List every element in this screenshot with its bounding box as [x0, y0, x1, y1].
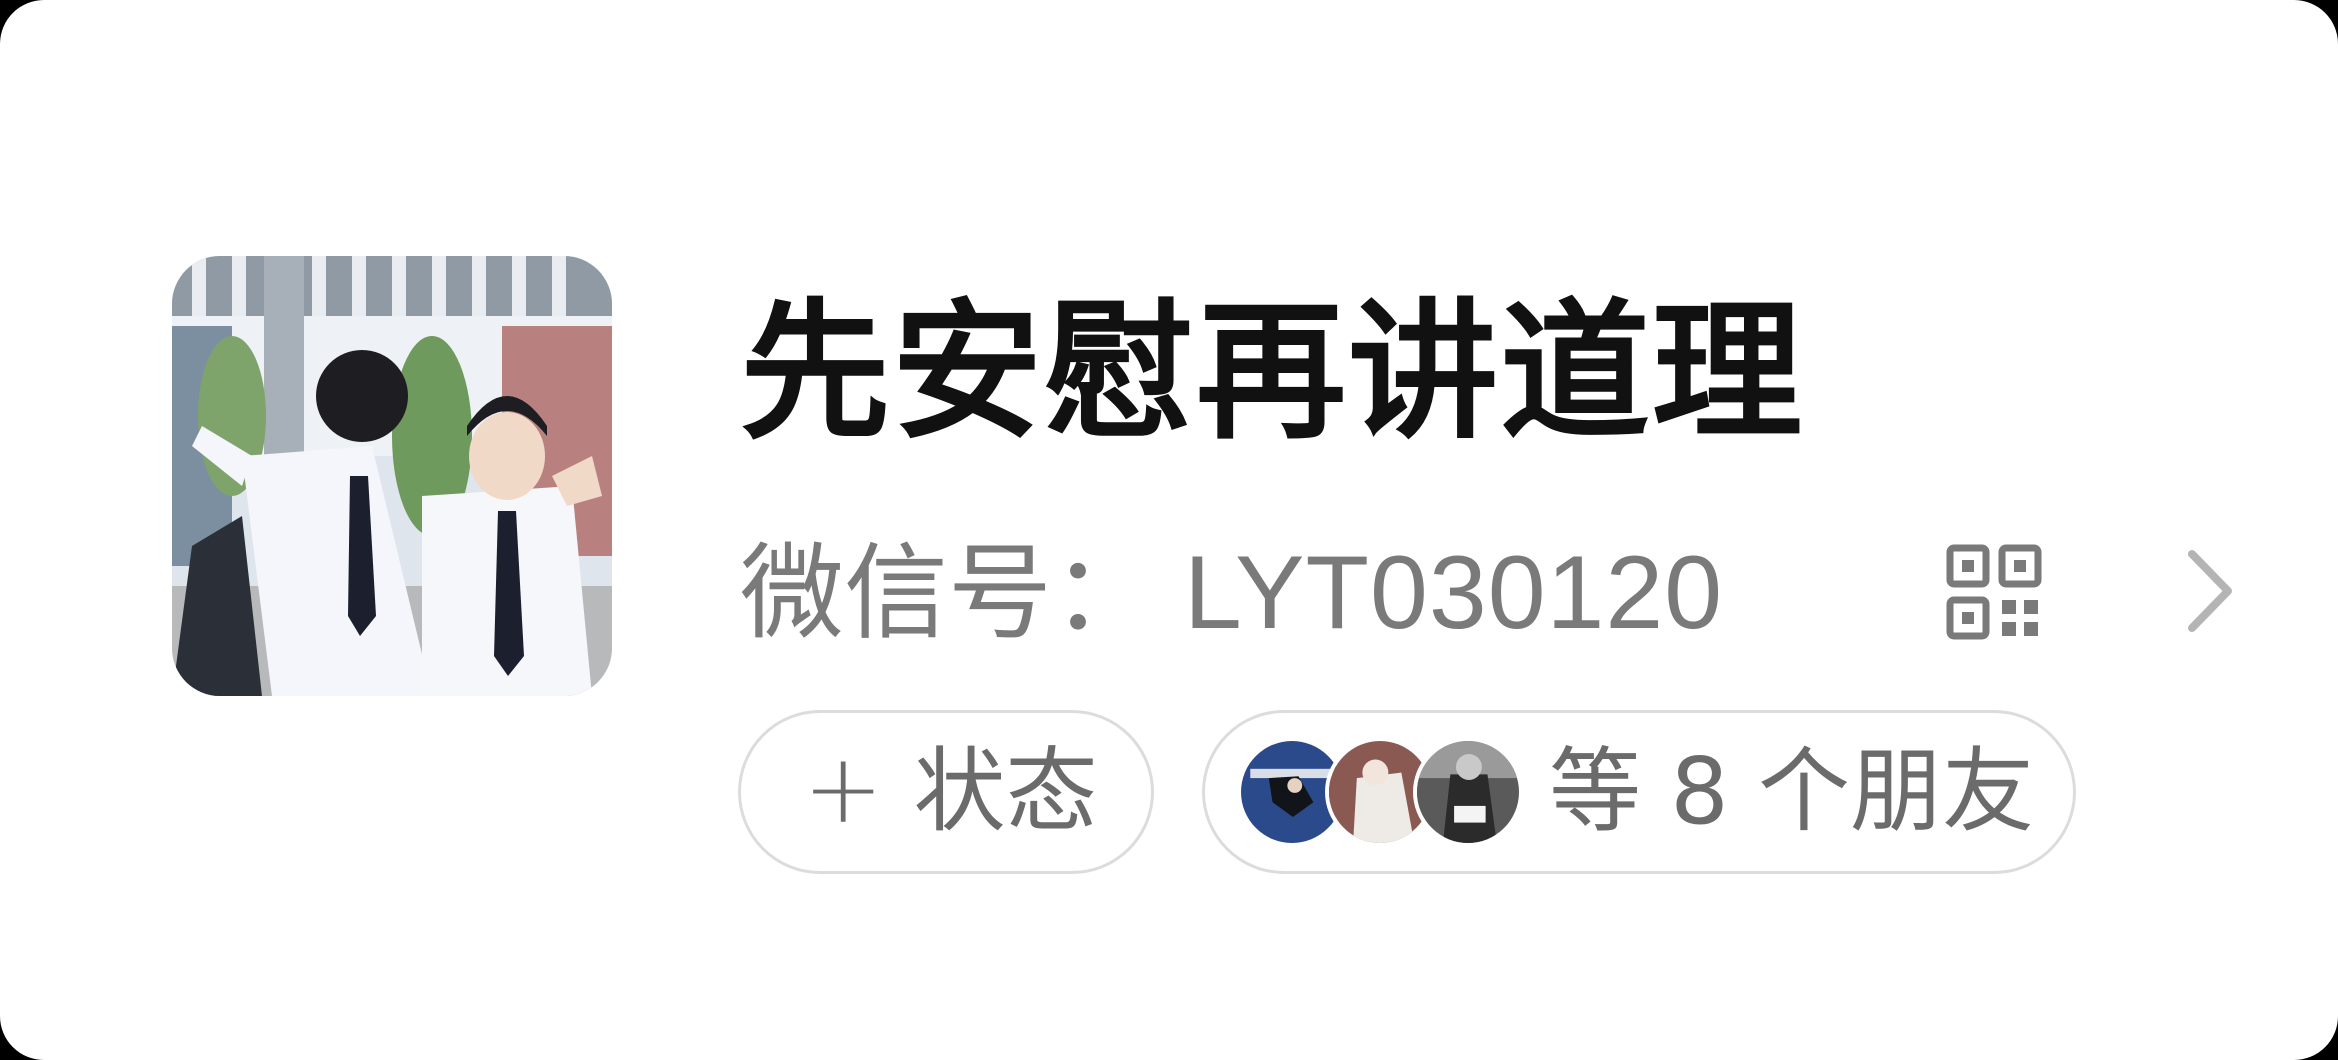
nickname: 先安慰再讲道理: [740, 286, 1805, 460]
status-label: 状态: [913, 738, 1098, 845]
profile-card: 先安慰再讲道理 微信号： LYT030120 + 状态 等 8 个朋友: [0, 0, 2338, 1060]
wechat-id-label: 微信号：: [740, 532, 1157, 654]
wechat-id-row[interactable]: 微信号： LYT030120: [740, 528, 1723, 658]
add-status-button[interactable]: + 状态: [738, 710, 1154, 874]
plus-icon: +: [803, 733, 884, 845]
wechat-id-value: LYT030120: [1184, 535, 1724, 651]
avatar-photo: [172, 256, 612, 696]
chevron-right-icon[interactable]: [2180, 546, 2240, 636]
friends-count-label: 等 8 个朋友: [1549, 738, 2035, 845]
friend-avatar: [1413, 737, 1523, 847]
friends-status-button[interactable]: 等 8 个朋友: [1202, 710, 2076, 874]
friend-avatar-stack: [1237, 737, 1527, 847]
profile-header[interactable]: 先安慰再讲道理 微信号： LYT030120: [0, 0, 2338, 1060]
profile-avatar[interactable]: [172, 256, 612, 696]
friend-avatar-3-image: [1417, 741, 1519, 843]
qr-code-icon[interactable]: [1944, 542, 2044, 642]
